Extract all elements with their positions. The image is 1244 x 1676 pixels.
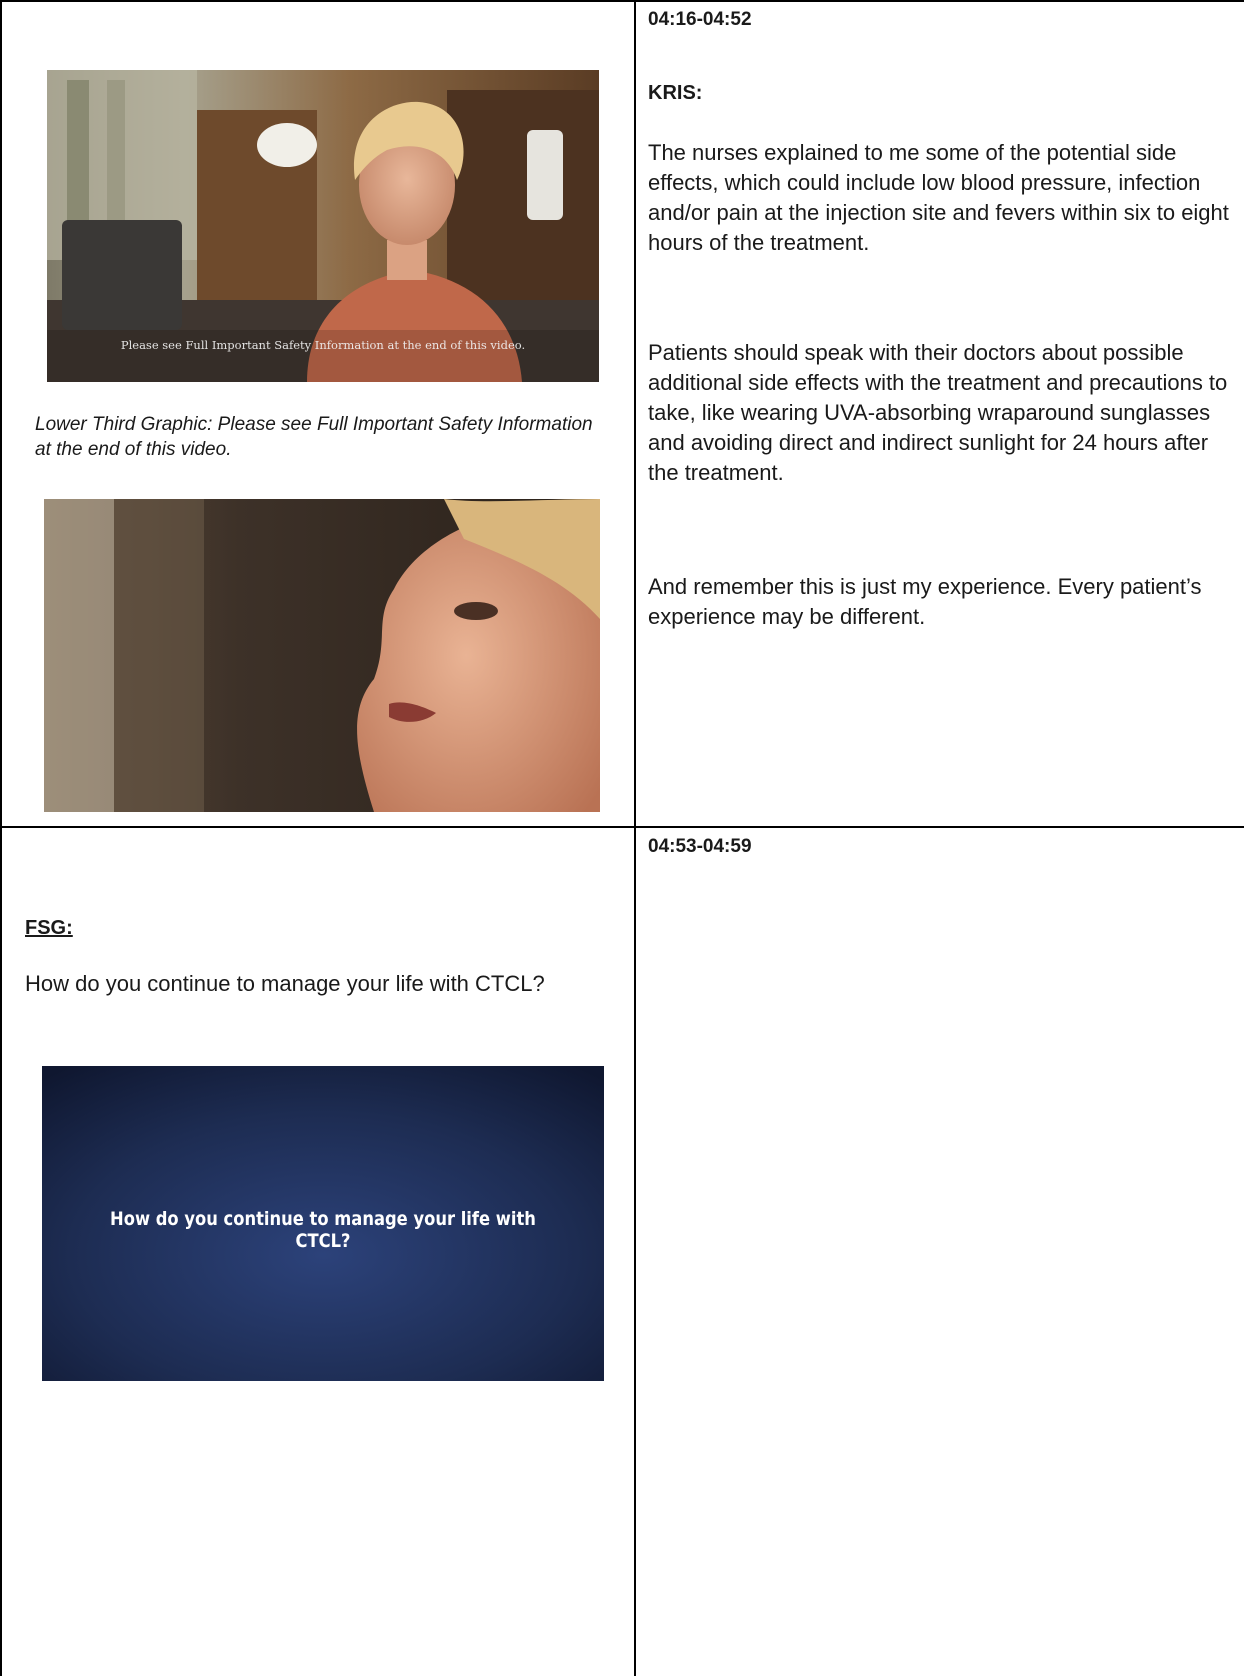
video-frame-closeup (44, 499, 600, 812)
dialogue-paragraph: And remember this is just my experience.… (648, 574, 1202, 629)
fsg-graphic-frame: How do you continue to manage your life … (42, 1066, 604, 1381)
row2-audio-cell: 04:53-04:59 (648, 828, 1244, 1676)
column-divider (634, 0, 636, 1676)
row1-audio-cell: 04:16-04:52 KRIS: The nurses explained t… (648, 2, 1244, 826)
timecode: 04:16-04:52 (648, 9, 752, 30)
fsg-graphic-text: How do you continue to manage your life … (110, 1208, 536, 1252)
video-frame-interview: Please see Full Important Safety Informa… (47, 70, 599, 382)
dialogue-paragraph: Patients should speak with their doctors… (648, 340, 1228, 485)
dialogue-paragraph: The nurses explained to me some of the p… (648, 140, 1229, 255)
script-table: Please see Full Important Safety Informa… (0, 0, 1244, 1676)
lower-third-caption: Lower Third Graphic: Please see Full Imp… (35, 414, 593, 460)
fsg-question: How do you continue to manage your life … (25, 971, 545, 996)
timecode: 04:53-04:59 (648, 836, 752, 857)
fsg-label: FSG: (25, 917, 73, 939)
row1-visual-cell: Please see Full Important Safety Informa… (2, 2, 634, 826)
row2-visual-cell: FSG: How do you continue to manage your … (2, 828, 634, 1676)
speaker-label: KRIS: (648, 82, 703, 104)
safety-overlay-text: Please see Full Important Safety Informa… (120, 338, 526, 352)
